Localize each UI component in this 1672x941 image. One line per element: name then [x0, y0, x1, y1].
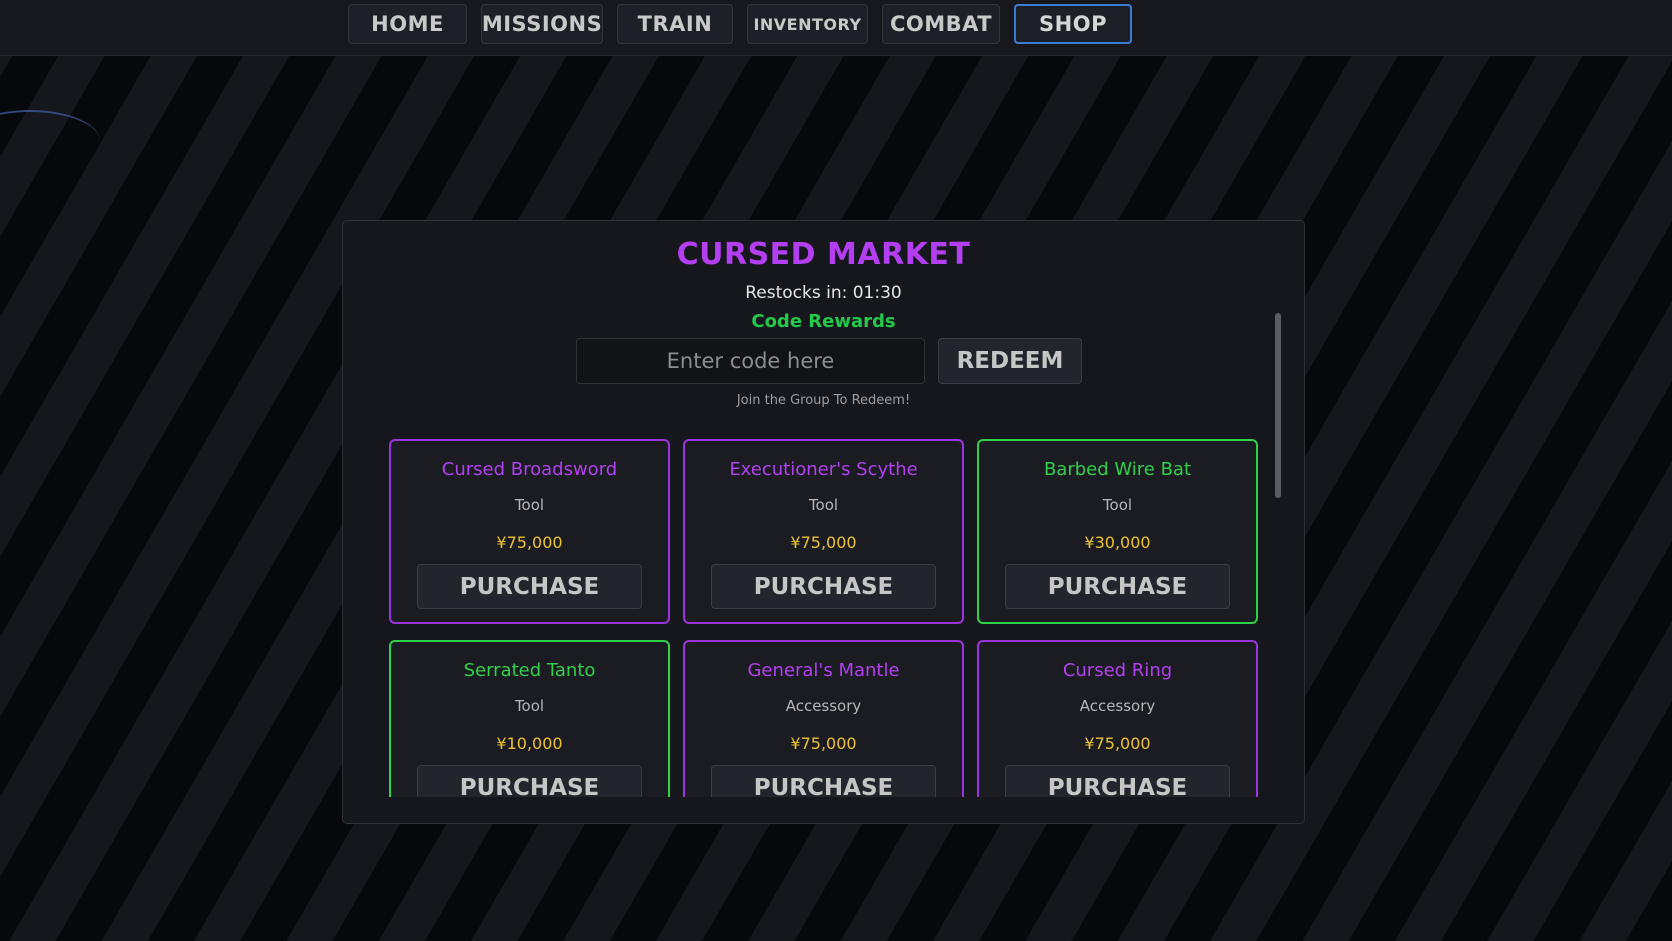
nav-combat-button[interactable]: COMBAT	[882, 4, 1000, 44]
item-grid-viewport: Cursed Broadsword Tool ¥75,000 PURCHASE …	[389, 439, 1265, 797]
item-price: ¥75,000	[1084, 734, 1151, 753]
item-name: General's Mantle	[747, 660, 900, 681]
item-price: ¥30,000	[1084, 533, 1151, 552]
item-name: Barbed Wire Bat	[1043, 459, 1192, 480]
item-name: Serrated Tanto	[463, 660, 596, 681]
item-card-generals-mantle: General's Mantle Accessory ¥75,000 PURCH…	[683, 640, 964, 797]
item-price: ¥75,000	[790, 734, 857, 753]
item-type: Tool	[808, 496, 839, 514]
restock-timer: Restocks in: 01:30	[745, 283, 902, 303]
main-nav: HOME MISSIONS TRAIN INVENTORY COMBAT SHO…	[348, 4, 1132, 44]
nav-shop-button[interactable]: SHOP	[1014, 4, 1132, 44]
item-price: ¥75,000	[496, 533, 563, 552]
purchase-button[interactable]: PURCHASE	[1005, 564, 1230, 609]
item-type: Tool	[1102, 496, 1133, 514]
item-card-serrated-tanto: Serrated Tanto Tool ¥10,000 PURCHASE	[389, 640, 670, 797]
item-card-barbed-wire-bat: Barbed Wire Bat Tool ¥30,000 PURCHASE	[977, 439, 1258, 624]
code-input[interactable]	[576, 338, 925, 384]
item-name: Cursed Broadsword	[441, 459, 618, 480]
purchase-button[interactable]: PURCHASE	[711, 765, 936, 797]
purchase-button[interactable]: PURCHASE	[711, 564, 936, 609]
nav-missions-button[interactable]: MISSIONS	[481, 4, 603, 44]
item-price: ¥75,000	[790, 533, 857, 552]
code-rewards-heading: Code Rewards	[751, 311, 896, 332]
purchase-button[interactable]: PURCHASE	[1005, 765, 1230, 797]
purchase-button[interactable]: PURCHASE	[417, 765, 642, 797]
shop-panel: CURSED MARKET Restocks in: 01:30 Code Re…	[342, 220, 1305, 824]
join-group-note: Join the Group To Redeem!	[736, 393, 911, 408]
nav-home-button[interactable]: HOME	[348, 4, 467, 44]
nav-inventory-button[interactable]: INVENTORY	[747, 4, 868, 44]
item-grid: Cursed Broadsword Tool ¥75,000 PURCHASE …	[389, 439, 1265, 797]
item-type: Accessory	[785, 697, 862, 715]
purchase-button[interactable]: PURCHASE	[417, 564, 642, 609]
shop-title: CURSED MARKET	[676, 237, 971, 272]
item-price: ¥10,000	[496, 734, 563, 753]
background-arc-decoration	[0, 110, 100, 172]
item-type: Tool	[514, 496, 545, 514]
item-card-cursed-ring: Cursed Ring Accessory ¥75,000 PURCHASE	[977, 640, 1258, 797]
item-type: Tool	[514, 697, 545, 715]
item-card-executioners-scythe: Executioner's Scythe Tool ¥75,000 PURCHA…	[683, 439, 964, 624]
item-card-cursed-broadsword: Cursed Broadsword Tool ¥75,000 PURCHASE	[389, 439, 670, 624]
top-nav-bar: HOME MISSIONS TRAIN INVENTORY COMBAT SHO…	[0, 0, 1672, 56]
panel-scrollbar[interactable]	[1275, 313, 1281, 498]
item-type: Accessory	[1079, 697, 1156, 715]
nav-train-button[interactable]: TRAIN	[617, 4, 733, 44]
item-name: Executioner's Scythe	[729, 459, 918, 480]
redeem-button[interactable]: REDEEM	[938, 338, 1082, 384]
item-name: Cursed Ring	[1062, 660, 1173, 681]
